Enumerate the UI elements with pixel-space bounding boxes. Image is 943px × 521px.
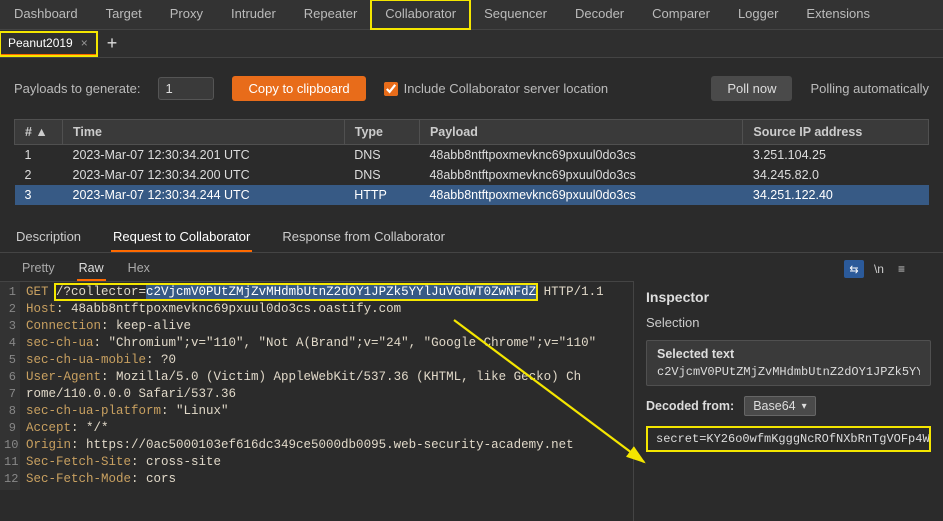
selected-text-label: Selected text — [657, 347, 920, 361]
main-nav: DashboardTargetProxyIntruderRepeaterColl… — [0, 0, 943, 30]
cell-n: 1 — [15, 145, 63, 166]
selected-text-value: c2VjcmV0PUtZMjZvMHdmbUtnZ2dOY1JPZk5YYlJu… — [657, 365, 920, 379]
cell-payload: 48abb8ntftpoxmevknc69pxuul0do3cs — [419, 185, 742, 205]
nav-decoder[interactable]: Decoder — [561, 0, 638, 29]
decoded-format-select[interactable]: Base64 ▾ — [744, 396, 815, 416]
controls-bar: Payloads to generate: Copy to clipboard … — [0, 58, 943, 119]
col-header[interactable]: Time — [63, 120, 345, 145]
col-header[interactable]: Type — [344, 120, 419, 145]
table-row[interactable]: 32023-Mar-07 12:30:34.244 UTCHTTP48abb8n… — [15, 185, 929, 205]
subtab-peanut[interactable]: Peanut2019 × — [0, 32, 97, 56]
double-arrow-icon[interactable]: ⇆ — [844, 260, 864, 278]
nav-proxy[interactable]: Proxy — [156, 0, 217, 29]
newline-icon[interactable]: \n — [870, 262, 888, 276]
nav-repeater[interactable]: Repeater — [290, 0, 371, 29]
decoded-value-box: secret=KY26o0wfmKgggNcROfNXbRnTgVOFp4WY — [646, 426, 931, 452]
cell-ip: 3.251.104.25 — [743, 145, 929, 166]
cell-time: 2023-Mar-07 12:30:34.201 UTC — [63, 145, 345, 166]
cell-type: DNS — [344, 145, 419, 166]
detail-tabs: Description Request to Collaborator Respon… — [0, 217, 943, 253]
decoded-format-value: Base64 — [753, 399, 795, 413]
menu-icon[interactable]: ≡ — [894, 262, 909, 276]
cell-n: 2 — [15, 165, 63, 185]
line-gutter: 1 2 3 4 5 6 7 8 9 10 11 12 — [0, 282, 20, 490]
inspector-panel: Inspector Selection Selected text c2Vjcm… — [633, 281, 943, 521]
nav-target[interactable]: Target — [92, 0, 156, 29]
cell-type: HTTP — [344, 185, 419, 205]
collaborator-subtabs: Peanut2019 × + — [0, 30, 943, 58]
close-icon[interactable]: × — [81, 36, 88, 50]
chevron-down-icon: ▾ — [802, 401, 807, 412]
view-tab-pretty[interactable]: Pretty — [20, 257, 57, 281]
nav-dashboard[interactable]: Dashboard — [0, 0, 92, 29]
cell-payload: 48abb8ntftpoxmevknc69pxuul0do3cs — [419, 165, 742, 185]
nav-logger[interactable]: Logger — [724, 0, 792, 29]
detail-tab[interactable]: Response from Collaborator — [280, 223, 447, 252]
cell-payload: 48abb8ntftpoxmevknc69pxuul0do3cs — [419, 145, 742, 166]
subtab-label: Peanut2019 — [8, 36, 73, 50]
view-icons: ⇆ \n ≡ — [844, 260, 923, 278]
copy-to-clipboard-button[interactable]: Copy to clipboard — [232, 76, 365, 101]
cell-type: DNS — [344, 165, 419, 185]
nav-intruder[interactable]: Intruder — [217, 0, 290, 29]
request-panel: 1 2 3 4 5 6 7 8 9 10 11 12 GET /?collect… — [0, 281, 633, 521]
cell-time: 2023-Mar-07 12:30:34.244 UTC — [63, 185, 345, 205]
main-split: 1 2 3 4 5 6 7 8 9 10 11 12 GET /?collect… — [0, 281, 943, 521]
payload-count-input[interactable] — [158, 77, 214, 100]
col-header[interactable]: Source IP address — [743, 120, 929, 145]
col-header[interactable]: Payload — [419, 120, 742, 145]
nav-comparer[interactable]: Comparer — [638, 0, 724, 29]
view-tabs: Pretty Raw Hex ⇆ \n ≡ — [0, 253, 943, 281]
view-tab-hex[interactable]: Hex — [126, 257, 152, 281]
selected-text-card: Selected text c2VjcmV0PUtZMjZvMHdmbUtnZ2… — [646, 340, 931, 386]
nav-sequencer[interactable]: Sequencer — [470, 0, 561, 29]
inspector-selection-label: Selection — [646, 315, 931, 330]
col-header[interactable]: # ▲ — [15, 120, 63, 145]
cell-ip: 34.245.82.0 — [743, 165, 929, 185]
view-tab-raw[interactable]: Raw — [77, 257, 106, 281]
add-tab-button[interactable]: + — [97, 33, 128, 54]
inspector-title: Inspector — [646, 289, 931, 305]
decoded-from-label: Decoded from: — [646, 399, 734, 413]
request-raw[interactable]: GET /?collector=c2VjcmV0PUtZMjZvMHdmbUtn… — [20, 282, 610, 490]
decoded-from-row: Decoded from: Base64 ▾ — [646, 396, 931, 416]
cell-n: 3 — [15, 185, 63, 205]
detail-tab[interactable]: Description — [14, 223, 83, 252]
interactions-table-wrap: # ▲TimeTypePayloadSource IP address 1202… — [0, 119, 943, 205]
polling-status: Polling automatically — [810, 81, 929, 96]
nav-collaborator[interactable]: Collaborator — [371, 0, 470, 29]
table-row[interactable]: 12023-Mar-07 12:30:34.201 UTCDNS48abb8nt… — [15, 145, 929, 166]
interactions-table: # ▲TimeTypePayloadSource IP address 1202… — [14, 119, 929, 205]
cell-time: 2023-Mar-07 12:30:34.200 UTC — [63, 165, 345, 185]
include-label: Include Collaborator server location — [404, 81, 609, 96]
include-location-checkbox[interactable]: Include Collaborator server location — [384, 81, 609, 96]
poll-now-button[interactable]: Poll now — [711, 76, 792, 101]
cell-ip: 34.251.122.40 — [743, 185, 929, 205]
nav-extensions[interactable]: Extensions — [792, 0, 884, 29]
detail-tab[interactable]: Request to Collaborator — [111, 223, 252, 252]
include-checkbox-input[interactable] — [384, 82, 398, 96]
table-row[interactable]: 22023-Mar-07 12:30:34.200 UTCDNS48abb8nt… — [15, 165, 929, 185]
generate-label: Payloads to generate: — [14, 81, 140, 96]
